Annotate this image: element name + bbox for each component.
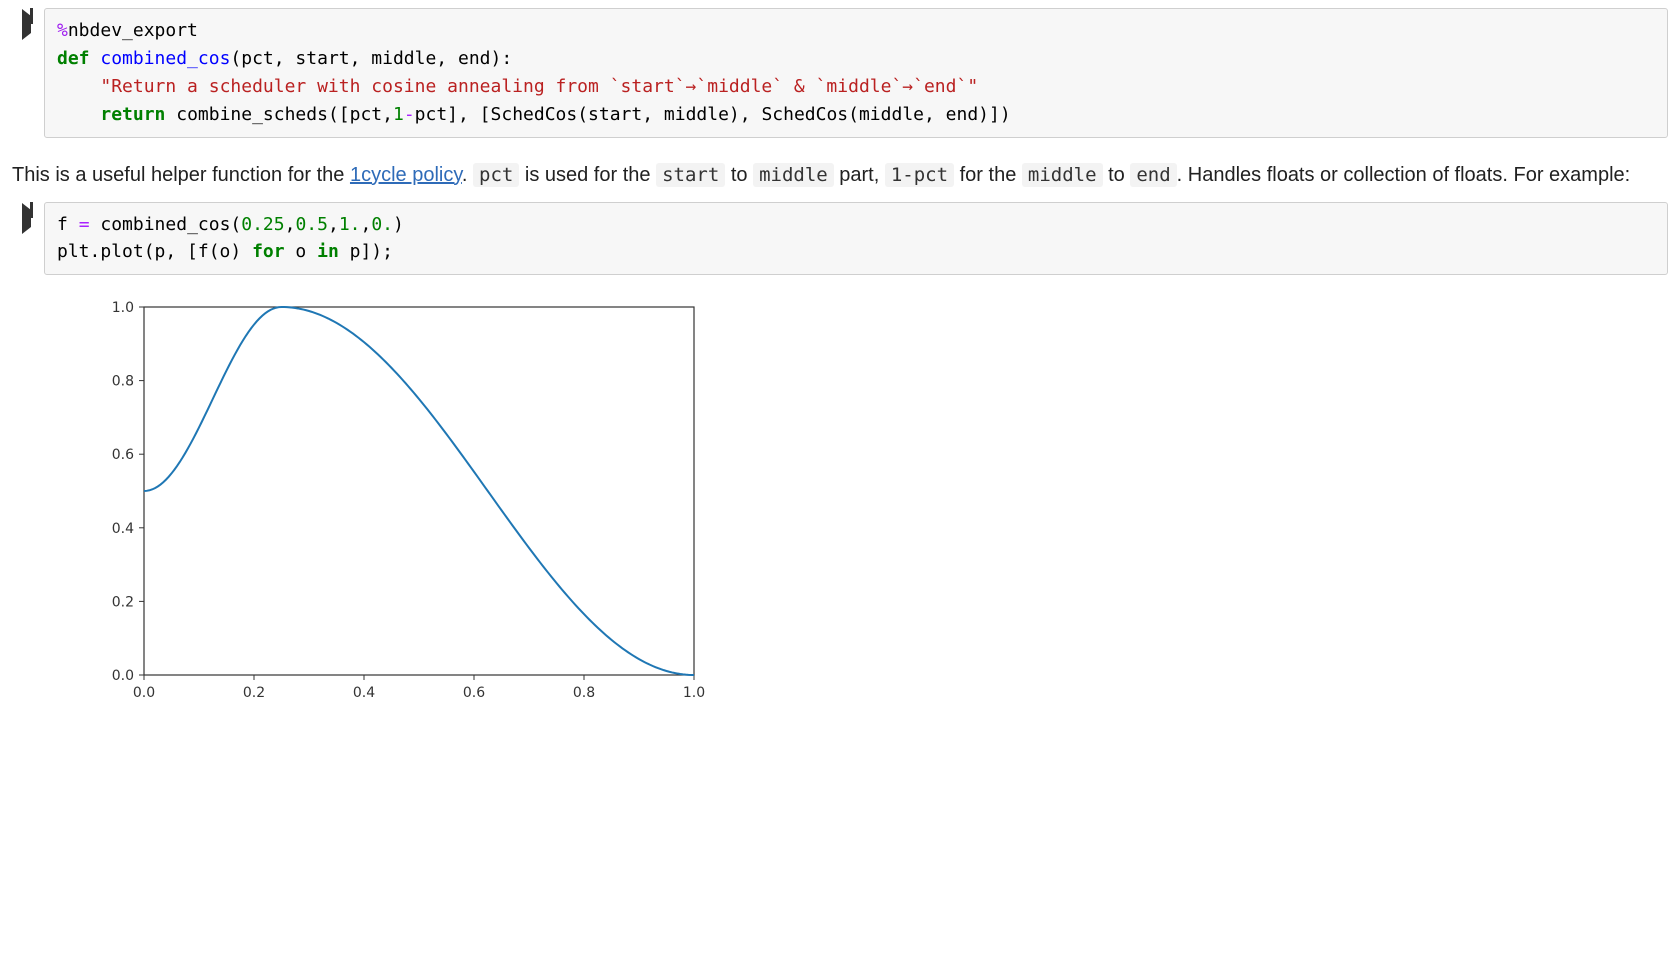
code-start: start <box>656 163 725 187</box>
link-1cycle-policy[interactable]: 1cycle policy <box>350 164 462 186</box>
magic-name: nbdev_export <box>68 20 198 41</box>
code-1mpct: 1-pct <box>885 163 954 187</box>
plot-b: o <box>285 241 318 262</box>
call-a: combined_cos( <box>90 214 242 235</box>
arg3: 1. <box>339 214 361 235</box>
run-icon <box>22 16 31 34</box>
arg2: 0.5 <box>295 214 328 235</box>
markdown-cell: This is a useful helper function for the… <box>8 148 1668 202</box>
assign-lhs: f <box>57 214 79 235</box>
run-cell-button[interactable] <box>8 8 44 34</box>
md-text: . <box>462 164 473 186</box>
code-cell-2: f = combined_cos(0.25,0.5,1.,0.) plt.plo… <box>8 202 1668 276</box>
return-keyword: return <box>100 104 165 125</box>
md-text: part, <box>834 164 885 186</box>
chart-wrap: 0.0 0.2 0.4 0.6 0.8 1.0 0.0 0.2 0.4 0.6 0.8 1.0 <box>44 291 1668 715</box>
code-cell-1: %nbdev_export def combined_cos(pct, star… <box>8 8 1668 138</box>
in-keyword: in <box>317 241 339 262</box>
code-pct: pct <box>473 163 519 187</box>
svg-text:0.6: 0.6 <box>112 448 134 464</box>
plot-c: p]); <box>339 241 393 262</box>
svg-text:0.2: 0.2 <box>243 685 265 701</box>
minus-op: - <box>404 104 415 125</box>
svg-text:0.4: 0.4 <box>353 685 375 701</box>
md-text: is used for the <box>519 164 656 186</box>
code-input-2[interactable]: f = combined_cos(0.25,0.5,1.,0.) plt.plo… <box>44 202 1668 276</box>
comma: , <box>328 214 339 235</box>
fn-name: combined_cos <box>100 48 230 69</box>
svg-text:0.4: 0.4 <box>112 521 134 537</box>
svg-text:0.0: 0.0 <box>112 668 134 684</box>
comma: , <box>285 214 296 235</box>
md-text: . Handles floats or collection of floats… <box>1177 164 1631 186</box>
run-cell-button[interactable] <box>8 202 44 228</box>
svg-text:1.0: 1.0 <box>683 685 705 701</box>
md-text: to <box>725 164 753 186</box>
def-keyword: def <box>57 48 90 69</box>
for-keyword: for <box>252 241 285 262</box>
arg1: 0.25 <box>241 214 284 235</box>
return-body-b: pct], [SchedCos(start, middle), SchedCos… <box>415 104 1011 125</box>
return-body-a: combine_scheds([pct, <box>165 104 393 125</box>
code-end: end <box>1130 163 1176 187</box>
notebook: %nbdev_export def combined_cos(pct, star… <box>8 8 1668 715</box>
md-text: for the <box>954 164 1022 186</box>
magic-percent: % <box>57 20 68 41</box>
svg-text:0.8: 0.8 <box>573 685 595 701</box>
docstring: "Return a scheduler with cosine annealin… <box>100 76 978 97</box>
svg-text:0.0: 0.0 <box>133 685 155 701</box>
line-chart: 0.0 0.2 0.4 0.6 0.8 1.0 0.0 0.2 0.4 0.6 0.8 1.0 <box>74 295 714 715</box>
svg-text:1.0: 1.0 <box>112 300 134 316</box>
md-text: This is a useful helper function for the <box>12 164 350 186</box>
md-text: to <box>1103 164 1131 186</box>
num-one: 1 <box>393 104 404 125</box>
svg-text:0.2: 0.2 <box>112 595 134 611</box>
call-close: ) <box>393 214 404 235</box>
svg-text:0.6: 0.6 <box>463 685 485 701</box>
output-area: 0.0 0.2 0.4 0.6 0.8 1.0 0.0 0.2 0.4 0.6 0.8 1.0 <box>8 285 1668 715</box>
code-middle: middle <box>753 163 834 187</box>
code-middle2: middle <box>1022 163 1103 187</box>
comma: , <box>361 214 372 235</box>
equals-op: = <box>79 214 90 235</box>
code-input-1[interactable]: %nbdev_export def combined_cos(pct, star… <box>44 8 1668 138</box>
run-icon <box>22 210 31 228</box>
fn-params: (pct, start, middle, end): <box>230 48 512 69</box>
arg4: 0. <box>371 214 393 235</box>
svg-text:0.8: 0.8 <box>112 374 134 390</box>
plot-a: plt.plot(p, [f(o) <box>57 241 252 262</box>
